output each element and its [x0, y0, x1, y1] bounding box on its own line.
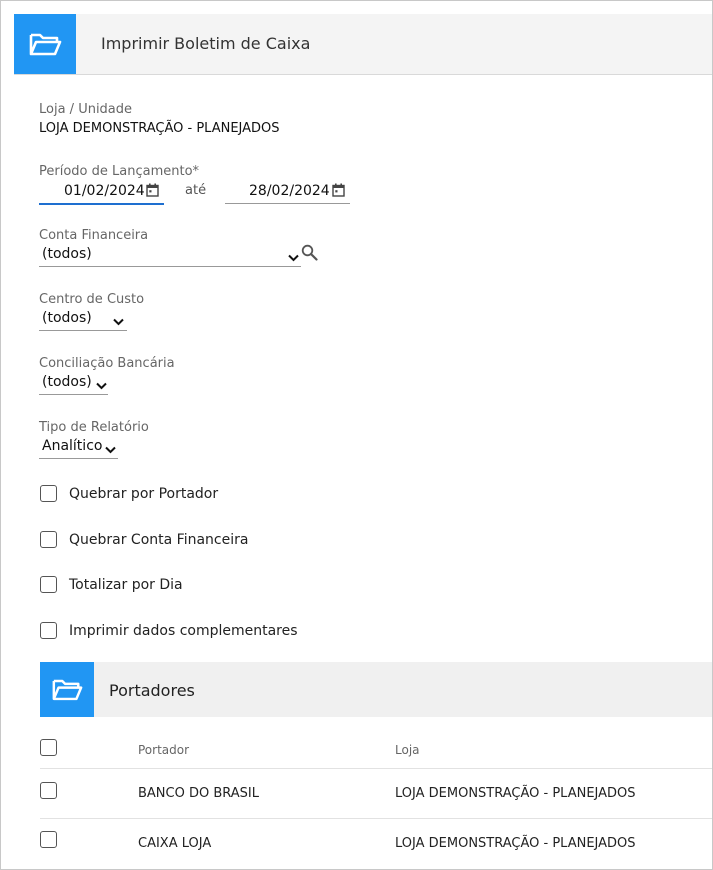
tipo-relatorio-label: Tipo de Relatório: [39, 420, 149, 435]
row-checkbox[interactable]: [40, 782, 57, 799]
folder-open-icon: [14, 14, 76, 74]
periodo-start-input[interactable]: 01/02/2024: [39, 181, 164, 205]
periodo-label: Período de Lançamento*: [39, 164, 200, 179]
calendar-icon[interactable]: [146, 183, 159, 201]
imprimir-dados-complementares-checkbox[interactable]: [40, 622, 57, 639]
conciliacao-value: (todos): [42, 374, 92, 390]
row-checkbox[interactable]: [40, 831, 57, 848]
chevron-down-icon: [105, 442, 116, 458]
quebrar-conta-financeira-label: Quebrar Conta Financeira: [69, 532, 249, 548]
conta-financeira-label: Conta Financeira: [39, 228, 149, 243]
centro-custo-label: Centro de Custo: [39, 292, 145, 307]
chevron-down-icon: [113, 314, 124, 330]
conciliacao-label: Conciliação Bancária: [39, 356, 175, 371]
periodo-separator: até: [185, 183, 207, 198]
row-divider: [40, 818, 712, 819]
column-header-portador[interactable]: Portador: [138, 743, 189, 757]
top-strip: [1, 1, 712, 14]
quebrar-portador-label: Quebrar por Portador: [69, 486, 219, 502]
search-icon[interactable]: [301, 244, 318, 265]
centro-custo-select[interactable]: (todos): [39, 309, 127, 331]
centro-custo-value: (todos): [42, 310, 92, 326]
portador-cell: BANCO DO BRASIL: [138, 786, 259, 801]
folder-open-icon: [40, 662, 94, 717]
totalizar-por-dia-checkbox[interactable]: [40, 576, 57, 593]
loja-value: LOJA DEMONSTRAÇÃO - PLANEJADOS: [39, 121, 280, 136]
conta-financeira-value: (todos): [42, 246, 92, 262]
conciliacao-select[interactable]: (todos): [39, 373, 108, 395]
tipo-relatorio-value: Analítico: [42, 438, 103, 454]
loja-cell: LOJA DEMONSTRAÇÃO - PLANEJADOS: [395, 836, 636, 851]
tipo-relatorio-select[interactable]: Analítico: [39, 437, 118, 459]
select-all-checkbox[interactable]: [40, 739, 57, 756]
periodo-end-input[interactable]: 28/02/2024: [225, 181, 350, 204]
page-frame: Imprimir Boletim de Caixa Loja / Unidade…: [0, 0, 713, 870]
portador-cell: CAIXA LOJA: [138, 836, 212, 851]
loja-cell: LOJA DEMONSTRAÇÃO - PLANEJADOS: [395, 786, 636, 801]
calendar-icon[interactable]: [332, 183, 345, 201]
totalizar-por-dia-label: Totalizar por Dia: [69, 577, 183, 593]
quebrar-conta-financeira-checkbox[interactable]: [40, 531, 57, 548]
chevron-down-icon: [288, 250, 299, 266]
periodo-end-value: 28/02/2024: [249, 183, 330, 199]
periodo-start-value: 01/02/2024: [64, 183, 145, 199]
portadores-section-header: Portadores: [40, 662, 712, 717]
portadores-title: Portadores: [109, 681, 195, 700]
chevron-down-icon: [96, 378, 107, 394]
quebrar-portador-checkbox[interactable]: [40, 485, 57, 502]
page-title: Imprimir Boletim de Caixa: [101, 34, 311, 53]
loja-label: Loja / Unidade: [39, 102, 133, 117]
row-divider: [40, 768, 712, 769]
imprimir-dados-complementares-label: Imprimir dados complementares: [69, 623, 298, 639]
conta-financeira-select[interactable]: (todos): [39, 245, 301, 267]
page-header: Imprimir Boletim de Caixa: [14, 14, 712, 75]
column-header-loja[interactable]: Loja: [395, 743, 420, 757]
